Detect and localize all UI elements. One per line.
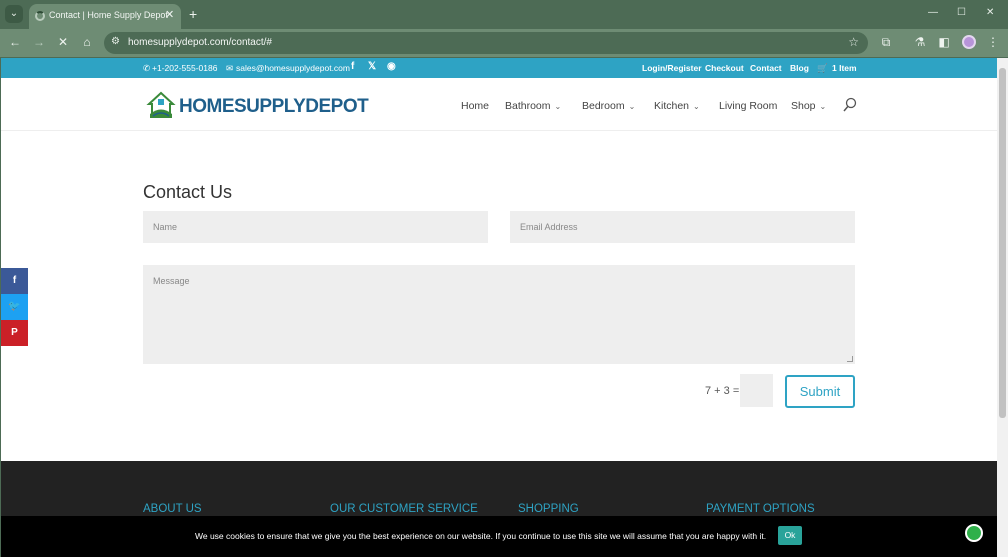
forward-icon[interactable]: → xyxy=(32,35,46,49)
bookmark-star-icon[interactable]: ☆ xyxy=(848,35,859,49)
logo-part-home: HOME xyxy=(179,96,235,117)
tab-search-icon[interactable]: ⌄ xyxy=(5,5,23,23)
facebook-icon[interactable]: f xyxy=(351,61,354,72)
menu-kebab-icon[interactable]: ⋮ xyxy=(986,35,1000,49)
extensions-icon[interactable]: ⧉ xyxy=(879,35,893,50)
share-twitter-icon[interactable]: 🐦 xyxy=(1,294,28,320)
nav-bedroom-label: Bedroom xyxy=(582,100,625,112)
minimize-icon[interactable]: — xyxy=(928,7,938,18)
cart-icon[interactable]: 🛒 xyxy=(817,63,828,74)
nav-living-room[interactable]: Living Room xyxy=(719,100,777,112)
phone-number[interactable]: +1-202-555-0186 xyxy=(152,63,217,73)
cart-count[interactable]: 1 Item xyxy=(832,63,857,73)
nav-kitchen[interactable]: Kitchen ⌄ xyxy=(654,100,700,112)
page-scrollbar[interactable] xyxy=(997,58,1008,557)
maximize-icon[interactable]: ☐ xyxy=(957,7,966,18)
name-input[interactable] xyxy=(143,211,488,243)
stop-icon[interactable]: ✕ xyxy=(56,35,70,49)
resize-handle-icon[interactable] xyxy=(847,356,853,362)
nav-bathroom[interactable]: Bathroom ⌄ xyxy=(505,100,561,112)
contact-link[interactable]: Contact xyxy=(750,63,782,73)
logo-house-icon[interactable] xyxy=(146,90,176,120)
window-close-icon[interactable]: ✕ xyxy=(986,7,994,18)
footer-about-heading: ABOUT US xyxy=(143,503,202,515)
captcha-question: 7 + 3 = xyxy=(705,385,740,397)
scrollbar-thumb[interactable] xyxy=(999,68,1006,418)
email-input[interactable] xyxy=(510,211,855,243)
submit-button[interactable]: Submit xyxy=(785,375,855,408)
message-placeholder: Message xyxy=(153,276,190,286)
site-header: HOMESUPPLYDEPOT Home Bathroom ⌄ Bedroom ⌄ … xyxy=(1,78,997,131)
nav-kitchen-label: Kitchen xyxy=(654,100,690,112)
cookie-ok-button[interactable]: Ok xyxy=(778,526,802,545)
logo-text[interactable]: HOMESUPPLYDEPOT xyxy=(179,96,369,118)
new-tab-icon[interactable]: + xyxy=(189,6,197,22)
nav-bedroom[interactable]: Bedroom ⌄ xyxy=(582,100,635,112)
nav-bathroom-label: Bathroom xyxy=(505,100,551,112)
phone-icon: ✆ xyxy=(143,63,151,73)
address-bar[interactable]: ⚙ homesupplydepot.com/contact/# ☆ xyxy=(104,32,868,54)
cookie-banner: We use cookies to ensure that we give yo… xyxy=(1,516,997,557)
logo-part-depot: DEPOT xyxy=(305,96,369,117)
login-register-link[interactable]: Login/Register xyxy=(642,63,702,73)
chevron-down-icon: ⌄ xyxy=(554,102,562,111)
home-icon[interactable]: ⌂ xyxy=(80,35,94,49)
search-icon[interactable] xyxy=(843,97,857,113)
browser-toolbar: ← → ✕ ⌂ ⚙ homesupplydepot.com/contact/# … xyxy=(0,29,1008,57)
site-info-icon[interactable]: ⚙ xyxy=(111,36,120,47)
email-link[interactable]: sales@homesupplydepot.com xyxy=(236,63,350,73)
browser-tab[interactable]: Contact | Home Supply Depot ✕ xyxy=(29,4,181,29)
chevron-down-icon: ⌄ xyxy=(819,102,827,111)
rss-icon[interactable]: ◉ xyxy=(387,61,396,72)
loading-spinner-icon xyxy=(35,11,45,21)
nav-home[interactable]: Home xyxy=(461,100,489,112)
email-icon: ✉ xyxy=(226,63,234,73)
logo-part-supply: SUPPLY xyxy=(234,96,306,117)
browser-tab-bar: ⌄ Contact | Home Supply Depot ✕ + — ☐ ✕ xyxy=(0,0,1008,29)
captcha-input[interactable] xyxy=(740,374,773,407)
x-twitter-icon[interactable]: 𝕏 xyxy=(368,61,376,72)
sidebar-icon[interactable]: ◧ xyxy=(937,35,951,49)
accessibility-icon[interactable] xyxy=(965,524,983,542)
back-icon[interactable]: ← xyxy=(8,35,22,49)
web-page: ✆ +1-202-555-0186 ✉ sales@homesupplydepo… xyxy=(1,58,997,557)
checkout-link[interactable]: Checkout xyxy=(705,63,744,73)
message-textarea[interactable]: Message xyxy=(143,265,855,364)
labs-icon[interactable]: ⚗ xyxy=(913,35,927,49)
chevron-down-icon: ⌄ xyxy=(628,102,636,111)
share-pinterest-icon[interactable]: P xyxy=(1,320,28,346)
tab-close-icon[interactable]: ✕ xyxy=(165,8,174,21)
blog-link[interactable]: Blog xyxy=(790,63,809,73)
cookie-message: We use cookies to ensure that we give yo… xyxy=(195,531,767,541)
footer-shopping-heading: SHOPPING xyxy=(518,503,579,515)
footer-service-heading: OUR CUSTOMER SERVICE xyxy=(330,503,478,515)
footer-payment-heading: PAYMENT OPTIONS xyxy=(706,503,815,515)
nav-shop[interactable]: Shop ⌄ xyxy=(791,100,826,112)
profile-avatar[interactable] xyxy=(962,35,976,49)
url-text[interactable]: homesupplydepot.com/contact/# xyxy=(128,37,272,48)
page-title: Contact Us xyxy=(143,182,233,202)
share-facebook-icon[interactable]: f xyxy=(1,268,28,294)
top-info-bar: ✆ +1-202-555-0186 ✉ sales@homesupplydepo… xyxy=(1,58,997,78)
tab-title: Contact | Home Supply Depot xyxy=(49,10,168,20)
chevron-down-icon: ⌄ xyxy=(693,102,700,111)
nav-shop-label: Shop xyxy=(791,100,816,112)
